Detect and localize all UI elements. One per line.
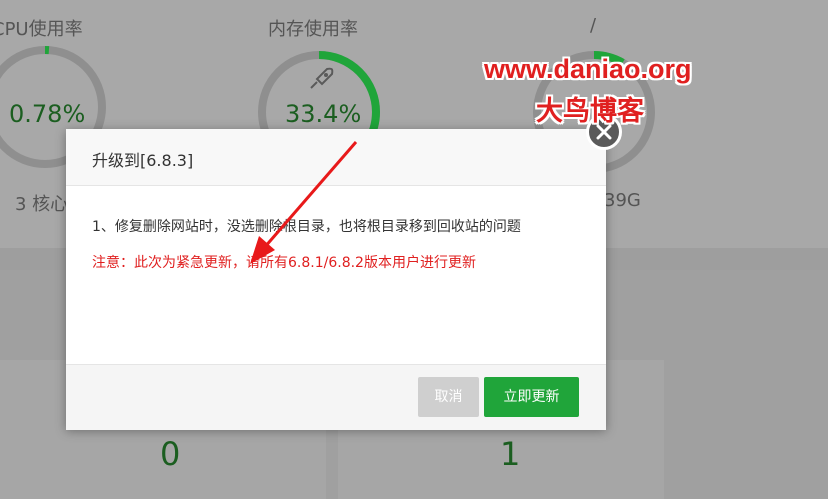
annotation-arrow-icon — [250, 141, 358, 264]
